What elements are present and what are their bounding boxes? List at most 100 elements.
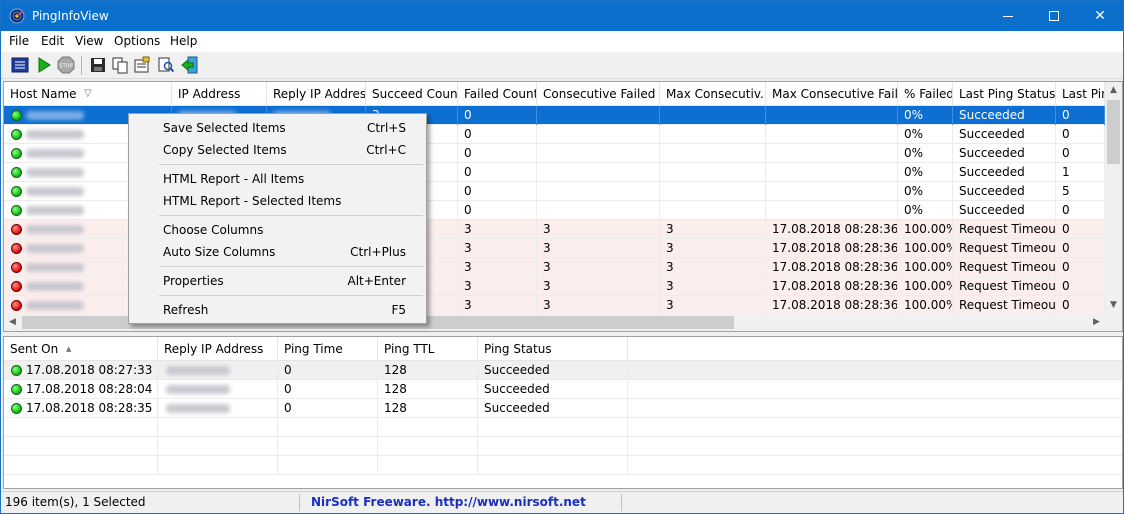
menu-item-label: Auto Size Columns [163, 245, 276, 259]
col-sent-on[interactable]: Sent On ▲ [4, 337, 158, 361]
pct-failed-cell: 0% [898, 201, 953, 220]
maximize-button[interactable] [1031, 1, 1077, 31]
col-reply-ip[interactable]: Reply IP Address [267, 82, 366, 106]
max-fail-time-cell [766, 106, 898, 125]
close-button[interactable]: ✕ [1077, 1, 1123, 31]
menu-item-shortcut: Ctrl+S [366, 121, 406, 135]
copy-icon[interactable] [111, 56, 129, 74]
success-status-icon [11, 384, 22, 395]
context-menu-item-html-report-all-items[interactable]: HTML Report - All Items [131, 168, 424, 190]
col-last-ping-status[interactable]: Last Ping Status [953, 82, 1056, 106]
context-menu-item-choose-columns[interactable]: Choose Columns [131, 219, 424, 241]
hosts-vertical-scrollbar[interactable]: ▲ ▼ [1105, 82, 1122, 314]
menu-bar: File Edit View Options Help [1, 31, 1123, 52]
col-consecutive-failed[interactable]: Consecutive Failed ... [537, 82, 660, 106]
scroll-up-icon[interactable]: ▲ [1105, 82, 1122, 99]
consecutive-cell: 3 [537, 220, 660, 239]
col-last-ping[interactable]: Last Pin... [1056, 82, 1105, 106]
status-cell: Succeeded [478, 399, 628, 418]
redacted-host-name [26, 206, 84, 215]
col-max-consecutive[interactable]: Max Consecutiv... [660, 82, 766, 106]
last-ping-cell: 0 [1056, 239, 1105, 258]
menu-item-label: Choose Columns [163, 223, 264, 237]
redacted-host-name [26, 130, 84, 139]
table-row[interactable]: 17.08.2018 08:28:35 0 128 Succeeded [4, 399, 1122, 418]
redacted-host-name [26, 111, 84, 120]
col-ip-address[interactable]: IP Address [172, 82, 267, 106]
find-icon[interactable] [157, 56, 175, 74]
ping-time-cell [278, 456, 378, 475]
last-ping-cell: 0 [1056, 258, 1105, 277]
menu-item-label: Refresh [163, 303, 209, 317]
context-menu-item-html-report-selected-items[interactable]: HTML Report - Selected Items [131, 190, 424, 212]
context-menu-item-properties[interactable]: Properties Alt+Enter [131, 270, 424, 292]
options-icon[interactable] [11, 56, 29, 74]
minimize-button[interactable] [985, 1, 1031, 31]
last-ping-cell: 0 [1056, 277, 1105, 296]
scroll-down-icon[interactable]: ▼ [1105, 297, 1122, 314]
pct-failed-cell: 100.00% [898, 239, 953, 258]
context-menu-item-auto-size-columns[interactable]: Auto Size Columns Ctrl+Plus [131, 241, 424, 263]
redacted-ip-address [166, 366, 230, 375]
last-ping-cell: 0 [1056, 296, 1105, 315]
last-ping-cell: 0 [1056, 144, 1105, 163]
max-consecutive-cell: 3 [660, 258, 766, 277]
menu-options[interactable]: Options [114, 34, 160, 48]
menu-item-label: Copy Selected Items [163, 143, 287, 157]
ping-time-cell: 0 [278, 361, 378, 380]
table-row[interactable]: 17.08.2018 08:28:04 0 128 Succeeded [4, 380, 1122, 399]
last-ping-cell: 0 [1056, 125, 1105, 144]
col-max-consecutive-fail-time[interactable]: Max Consecutive Fail... [766, 82, 898, 106]
redacted-ip-address [166, 404, 230, 413]
stop-ping-icon[interactable]: STOP [57, 56, 75, 74]
last-status-cell: Succeeded [953, 163, 1056, 182]
col-ping-time[interactable]: Ping Time [278, 337, 378, 361]
col-failed-count[interactable]: Failed Count [458, 82, 537, 106]
col-succeed-count[interactable]: Succeed Count [366, 82, 458, 106]
save-icon[interactable] [89, 56, 107, 74]
sort-arrow-icon: ▽ [84, 88, 92, 99]
context-menu-item-refresh[interactable]: Refresh F5 [131, 299, 424, 321]
max-fail-time-cell: 17.08.2018 08:28:36 [766, 258, 898, 277]
menu-item-label: HTML Report - All Items [163, 172, 305, 186]
window-title: PingInfoView [32, 9, 109, 23]
context-menu-item-copy-selected-items[interactable]: Copy Selected Items Ctrl+C [131, 139, 424, 161]
col-host-name[interactable]: Host Name ▽ [4, 82, 172, 106]
menu-edit[interactable]: Edit [41, 34, 64, 48]
last-ping-cell: 0 [1056, 106, 1105, 125]
sent-on-cell [4, 456, 158, 475]
ping-time-cell [278, 418, 378, 437]
exit-icon[interactable] [181, 56, 199, 74]
col-reply-ip-address[interactable]: Reply IP Address [158, 337, 278, 361]
start-ping-icon[interactable] [35, 56, 53, 74]
last-status-cell: Succeeded [953, 125, 1056, 144]
scroll-thumb[interactable] [1107, 100, 1120, 164]
minimize-icon [1003, 15, 1013, 17]
failed-status-icon [11, 281, 22, 292]
stop-label: STOP [59, 64, 72, 70]
col-percent-failed[interactable]: % Failed [898, 82, 953, 106]
title-bar[interactable]: PingInfoView ✕ [1, 1, 1123, 31]
nirsoft-link[interactable]: NirSoft Freeware. http://www.nirsoft.net [307, 492, 586, 513]
menu-view[interactable]: View [75, 34, 103, 48]
max-fail-time-cell: 17.08.2018 08:28:36 [766, 220, 898, 239]
max-consecutive-cell [660, 182, 766, 201]
redacted-host-name [26, 263, 84, 272]
close-icon: ✕ [1094, 8, 1106, 24]
menu-file[interactable]: File [9, 34, 29, 48]
context-menu-item-save-selected-items[interactable]: Save Selected Items Ctrl+S [131, 117, 424, 139]
col-ping-status[interactable]: Ping Status [478, 337, 628, 361]
ping-time-cell: 0 [278, 380, 378, 399]
scroll-right-icon[interactable]: ▶ [1088, 314, 1105, 331]
table-row[interactable]: 17.08.2018 08:27:33 0 128 Succeeded [4, 361, 1122, 380]
ping-history-list[interactable]: Sent On ▲ Reply IP Address Ping Time Ping… [3, 336, 1123, 489]
max-consecutive-cell [660, 125, 766, 144]
scroll-left-icon[interactable]: ◀ [4, 314, 21, 331]
max-consecutive-cell: 3 [660, 296, 766, 315]
properties-icon[interactable] [133, 56, 151, 74]
menu-help[interactable]: Help [170, 34, 197, 48]
failed-count-cell: 0 [458, 125, 537, 144]
failed-count-cell: 0 [458, 144, 537, 163]
col-ping-ttl[interactable]: Ping TTL [378, 337, 478, 361]
failed-status-icon [11, 300, 22, 311]
